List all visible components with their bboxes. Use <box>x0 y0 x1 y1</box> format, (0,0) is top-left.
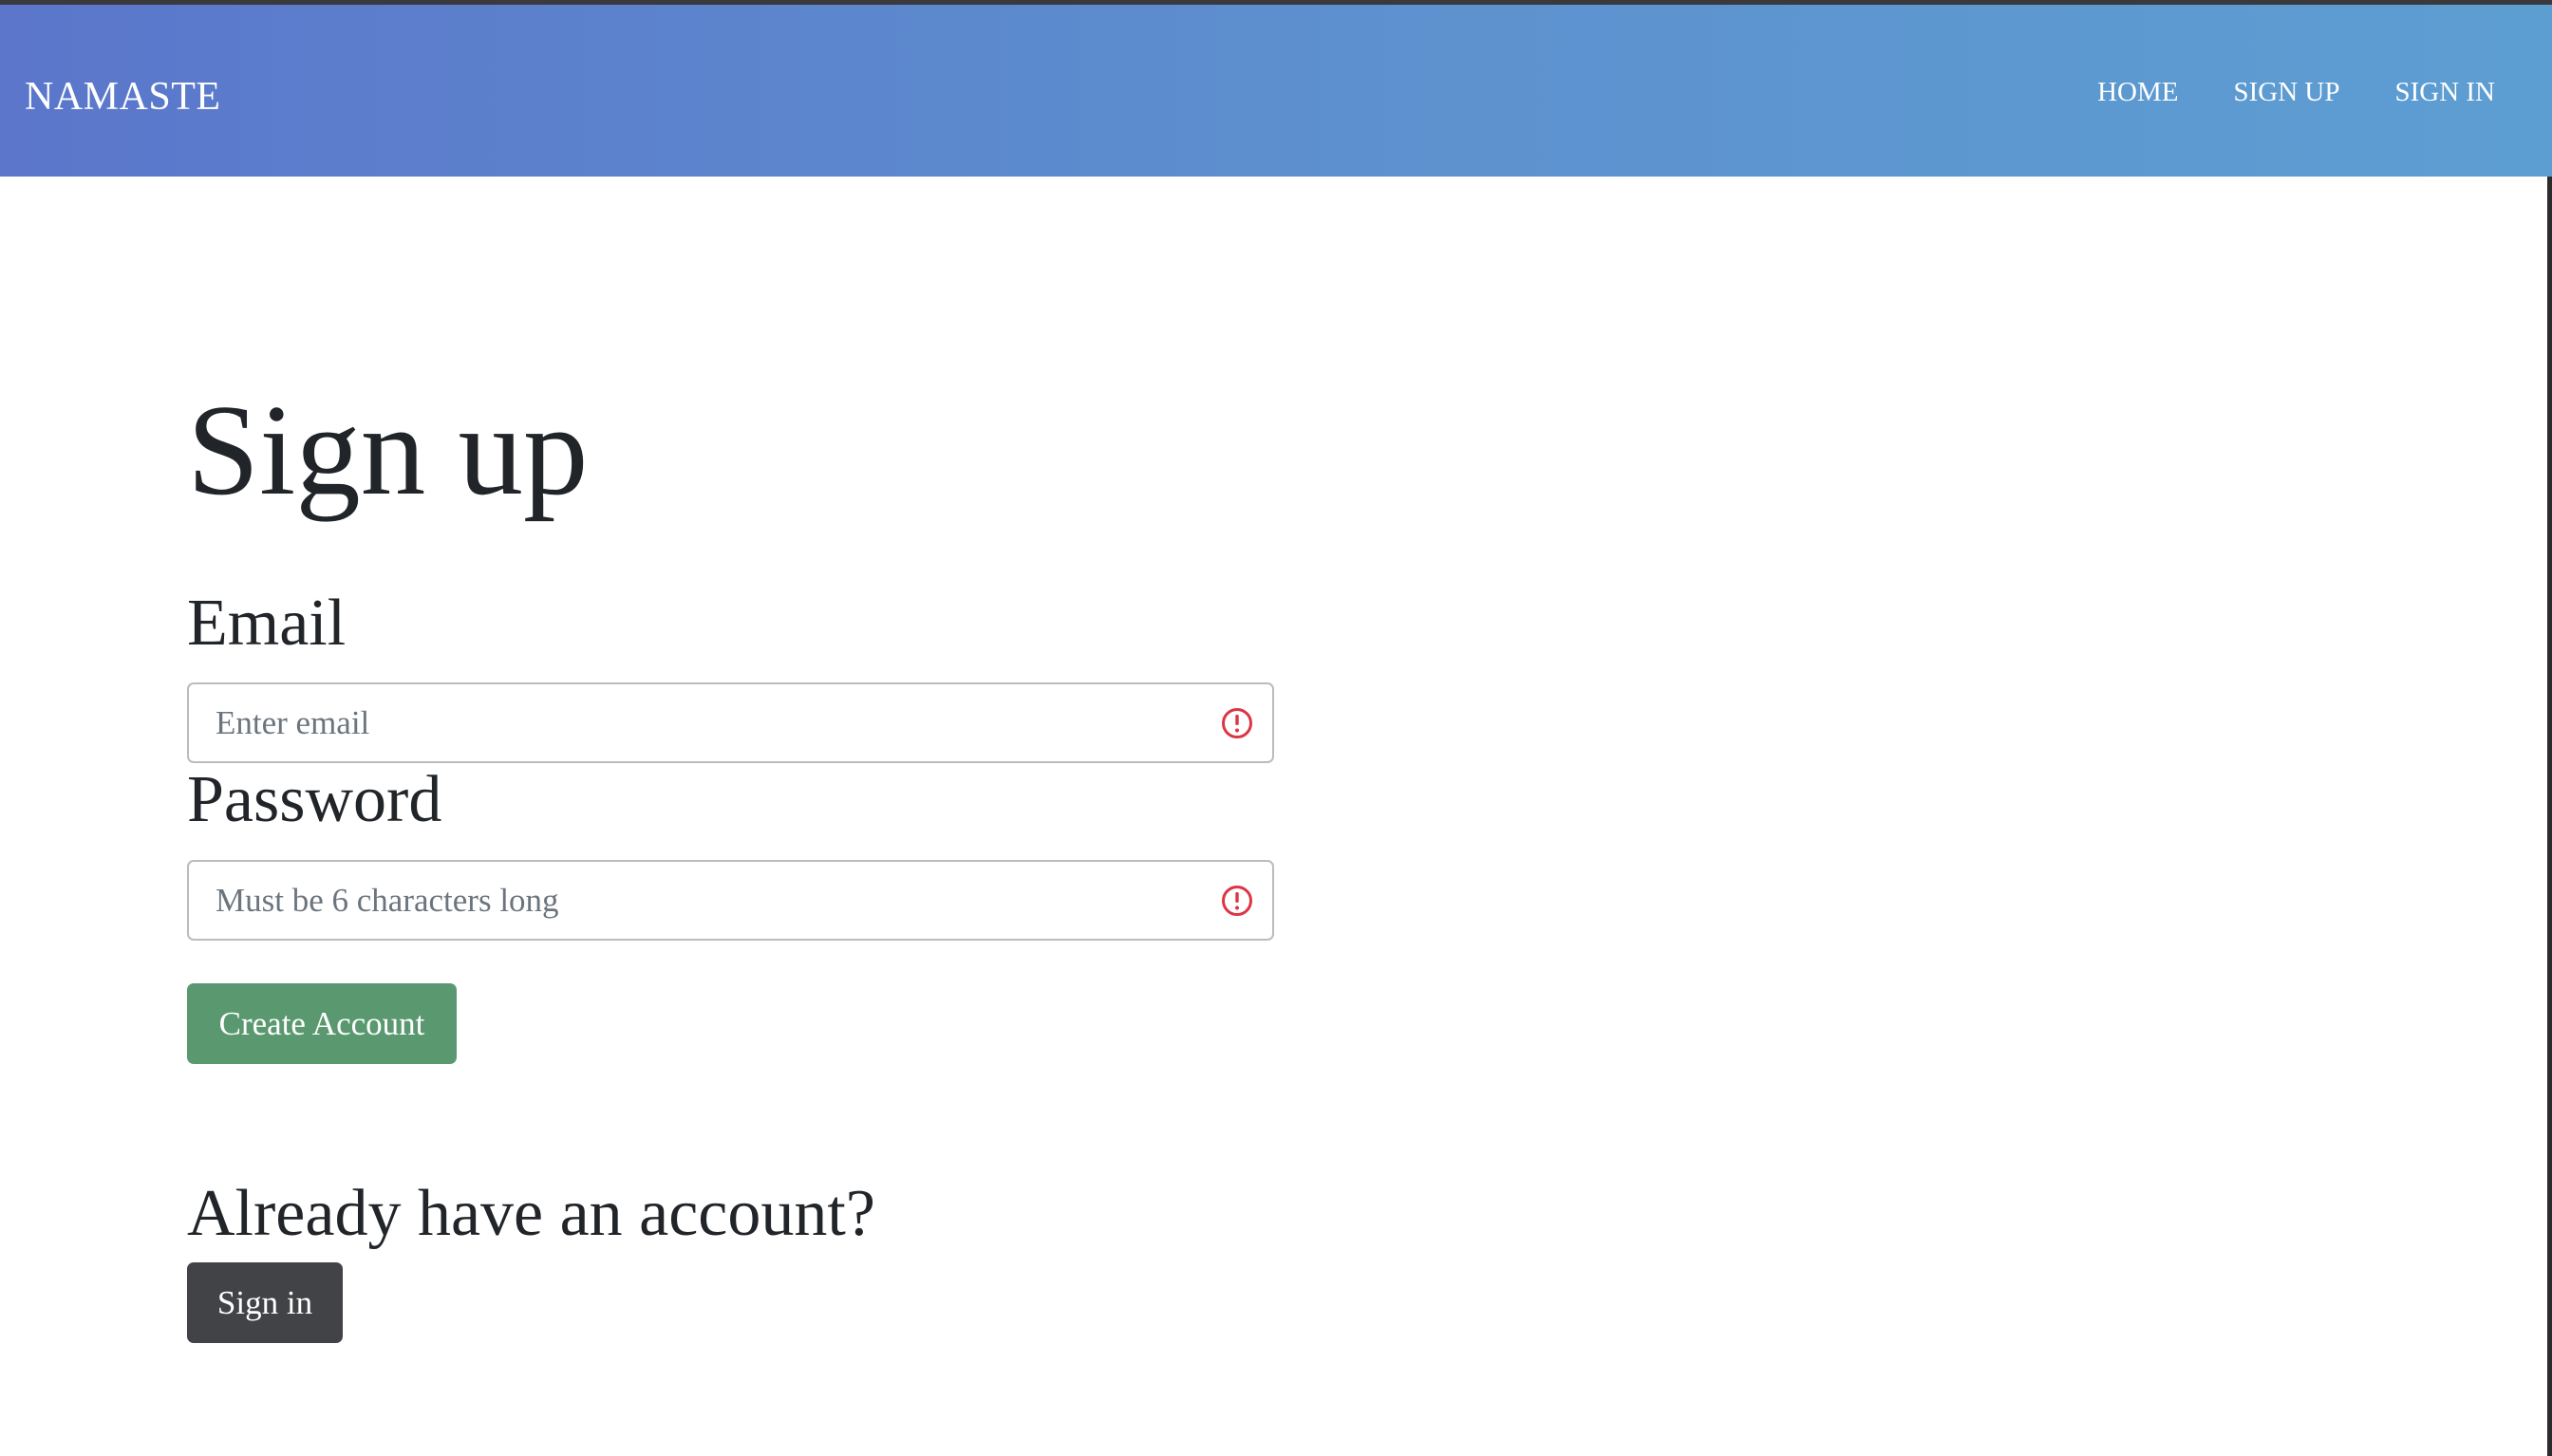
nav-link-sign-in[interactable]: SIGN IN <box>2394 79 2495 106</box>
password-input[interactable] <box>189 862 1272 939</box>
exclamation-circle-icon <box>1222 708 1252 738</box>
email-input[interactable] <box>189 684 1272 761</box>
nav-links: HOME SIGN UP SIGN IN <box>2097 79 2495 106</box>
page-title: Sign up <box>187 378 589 522</box>
email-field-wrapper <box>187 682 1274 763</box>
email-label: Email <box>187 587 347 660</box>
navbar: NAMASTE HOME SIGN UP SIGN IN <box>0 5 2552 177</box>
window-right-edge <box>2547 177 2552 1456</box>
already-have-account-heading: Already have an account? <box>187 1177 875 1250</box>
sign-in-button[interactable]: Sign in <box>187 1262 343 1343</box>
password-label: Password <box>187 763 442 836</box>
password-field-wrapper <box>187 860 1274 941</box>
create-account-button[interactable]: Create Account <box>187 983 457 1064</box>
brand-logo-link[interactable]: NAMASTE <box>25 77 221 117</box>
exclamation-circle-icon <box>1222 886 1252 916</box>
nav-link-sign-up[interactable]: SIGN UP <box>2233 79 2339 106</box>
nav-link-home[interactable]: HOME <box>2097 79 2178 106</box>
